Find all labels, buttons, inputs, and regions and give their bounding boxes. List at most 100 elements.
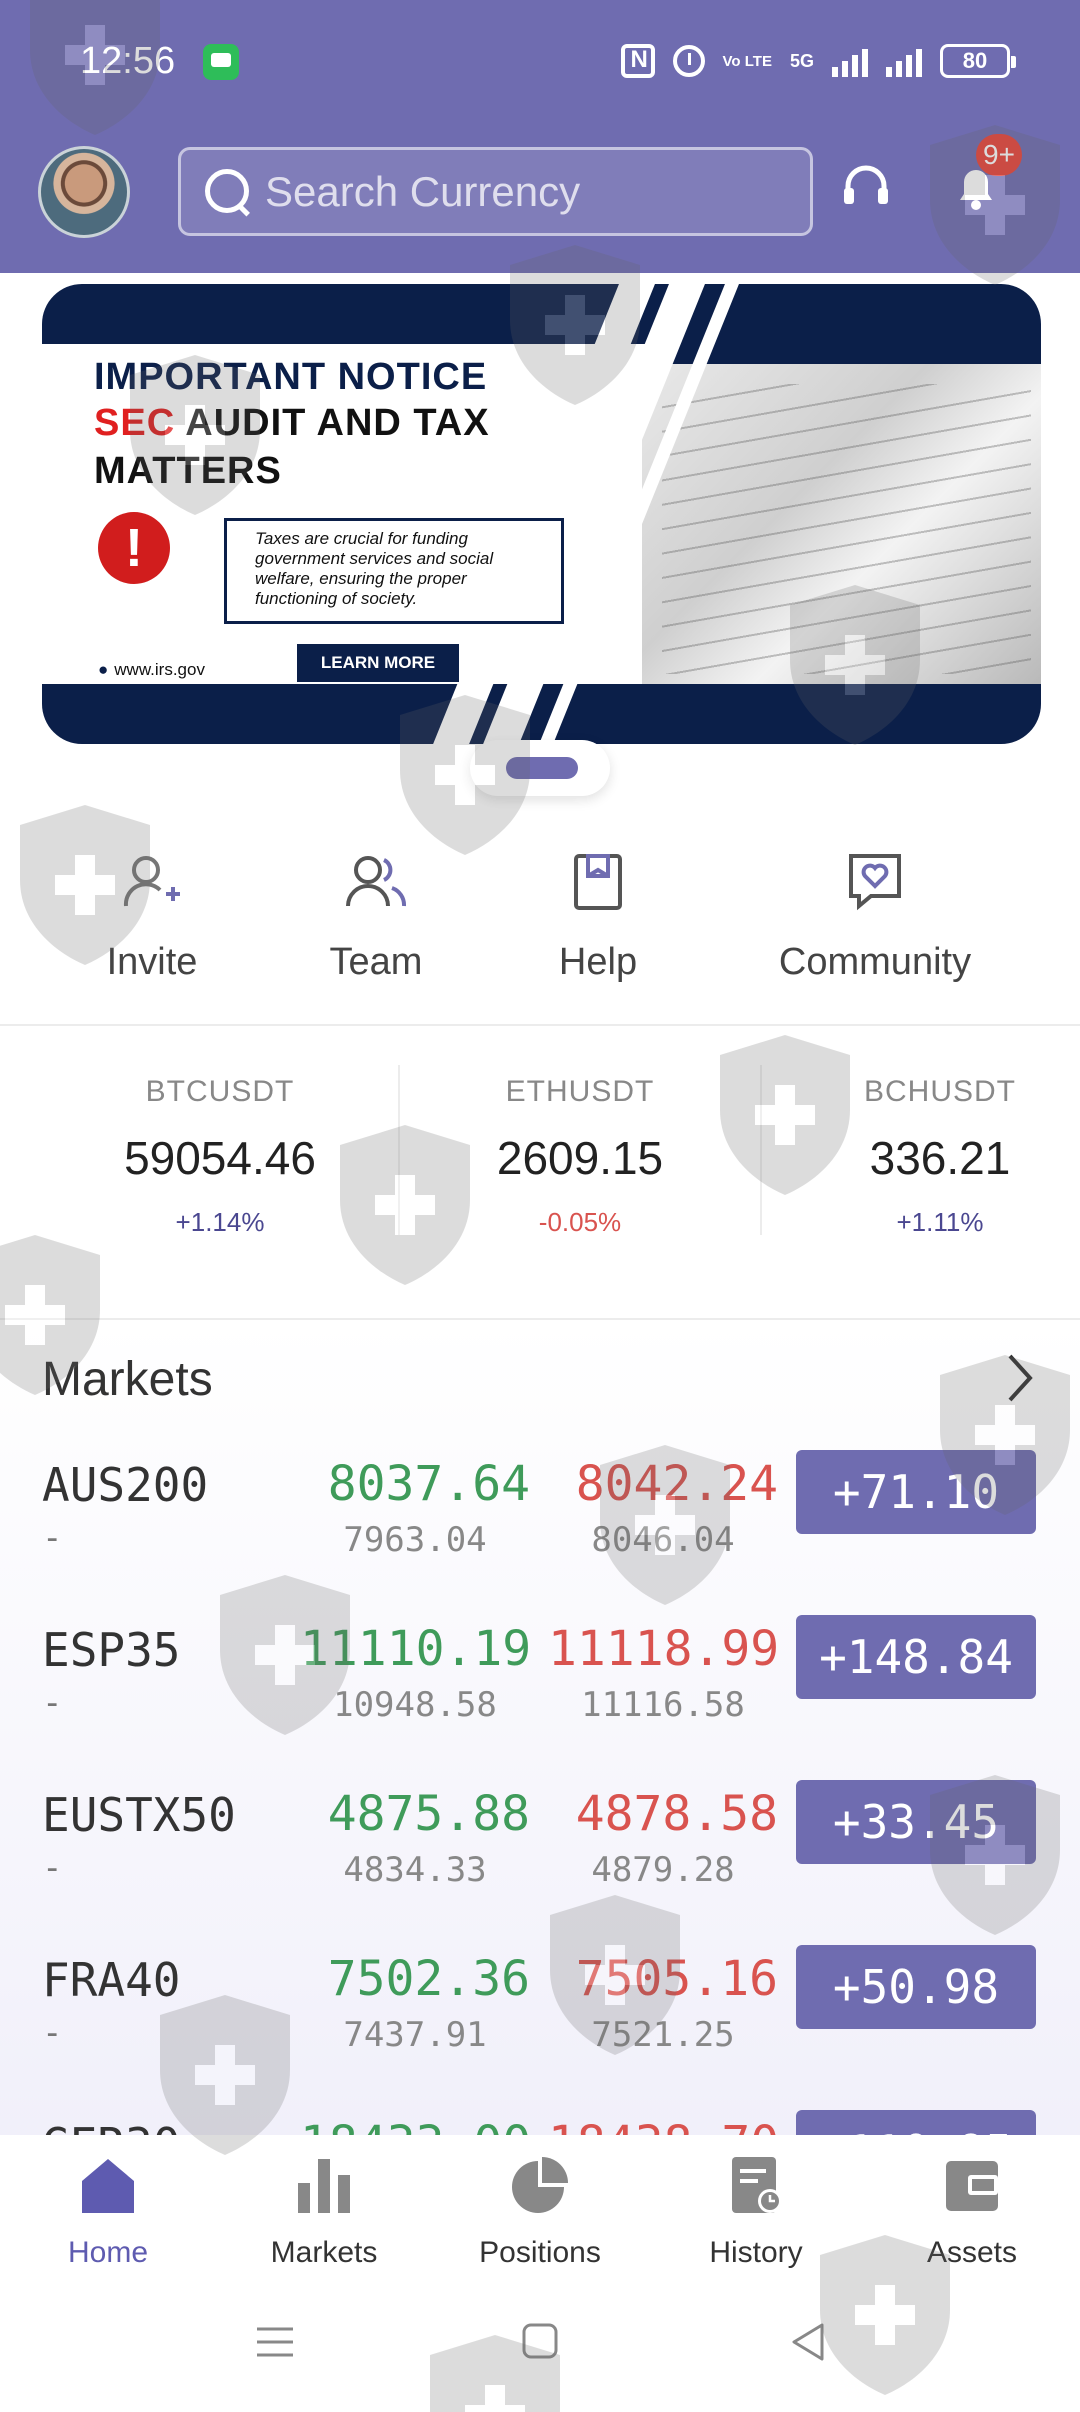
learn-more-button[interactable]: LEARN MORE xyxy=(297,644,459,682)
market-bid-low: 10948.58 xyxy=(333,1685,497,1725)
market-symbol: GER30 xyxy=(42,2118,180,2135)
market-change-button[interactable]: +50.98 xyxy=(796,1945,1036,2029)
market-row[interactable]: EUSTX50 - 4875.88 4834.33 4878.58 4879.2… xyxy=(0,1760,1080,1924)
market-sub: - xyxy=(42,2013,63,2053)
market-symbol: FRA40 xyxy=(42,1953,181,2007)
promo-banner[interactable]: IMPORTANT NOTICE SEC AUDIT AND TAX MATTE… xyxy=(42,284,1041,744)
banner-photo xyxy=(642,364,1041,684)
quick-invite[interactable]: Invite xyxy=(92,850,212,984)
signal-icon xyxy=(832,45,868,77)
market-ask: 11118.99 xyxy=(548,1621,780,1677)
wallet-icon xyxy=(946,2161,998,2211)
search-bar[interactable] xyxy=(178,147,813,236)
invite-user-icon xyxy=(123,856,180,907)
notification-badge: 9+ xyxy=(976,134,1022,176)
app-header: 12:56 Vo LTE 5G 80 9+ xyxy=(0,0,1080,273)
nav-markets[interactable]: Markets xyxy=(224,2153,424,2270)
nav-assets[interactable]: Assets xyxy=(872,2153,1072,2270)
ticker-divider xyxy=(398,1065,400,1235)
quick-team[interactable]: Team xyxy=(316,850,436,984)
nav-label: Assets xyxy=(926,2236,1018,2269)
search-input[interactable] xyxy=(265,167,785,216)
ticker-price: 336.21 xyxy=(869,1132,1011,1184)
back-icon[interactable] xyxy=(780,2317,840,2367)
carousel-indicator[interactable] xyxy=(470,740,610,796)
nav-label: Positions xyxy=(479,2236,601,2269)
market-bid: 18433.00 xyxy=(300,2116,531,2135)
nav-label: Markets xyxy=(270,2236,378,2269)
market-row[interactable]: GER30 18433.00 18438.70 +110.95 xyxy=(0,2090,1080,2135)
pie-chart-icon xyxy=(512,2157,568,2213)
market-row[interactable]: FRA40 - 7502.36 7437.91 7505.16 7521.25 … xyxy=(0,1925,1080,2089)
nav-positions[interactable]: Positions xyxy=(440,2153,640,2270)
ticker-name: ETHUSDT xyxy=(505,1075,655,1108)
help-book-icon xyxy=(574,854,622,910)
ticker-bch[interactable]: BCHUSDT 336.21 +1.11% xyxy=(790,1075,1080,1238)
quick-links: Invite Team Help Community xyxy=(0,850,1080,1010)
signal-2-icon xyxy=(886,45,922,77)
nav-home[interactable]: Home xyxy=(8,2153,208,2270)
bottom-nav: Home Markets Positions History Assets xyxy=(0,2135,1080,2275)
nav-label: History xyxy=(709,2236,803,2269)
status-icons: Vo LTE 5G 80 xyxy=(620,38,1016,84)
ticker-change: +1.14% xyxy=(175,1207,265,1237)
avatar[interactable] xyxy=(38,146,130,238)
market-bid-low: 7437.91 xyxy=(343,2015,487,2055)
nav-label: Home xyxy=(67,2236,149,2269)
quick-community[interactable]: Community xyxy=(770,850,980,984)
banner-subtitle: SEC AUDIT AND TAX xyxy=(94,402,490,444)
market-symbol: ESP35 xyxy=(42,1623,181,1677)
quick-help[interactable]: Help xyxy=(538,850,658,984)
alert-icon: ! xyxy=(98,512,170,584)
home-button-icon[interactable] xyxy=(510,2317,570,2367)
battery-icon: 80 xyxy=(940,44,1016,78)
banner-body: Taxes are crucial for funding government… xyxy=(224,518,564,624)
community-chat-icon xyxy=(849,854,901,911)
banner-subtitle-2: MATTERS xyxy=(94,450,282,492)
bar-chart-icon xyxy=(298,2159,350,2213)
market-change-button[interactable]: +33.45 xyxy=(796,1780,1036,1864)
ticker-change: +1.11% xyxy=(896,1207,984,1237)
market-row[interactable]: ESP35 - 11110.19 10948.58 11118.99 11116… xyxy=(0,1595,1080,1759)
market-change-button[interactable]: +110.95 xyxy=(796,2110,1036,2135)
chevron-right-icon[interactable] xyxy=(1000,1350,1040,1406)
volte-icon: Vo LTE xyxy=(722,52,772,70)
market-ask-low: 11116.58 xyxy=(581,1685,745,1725)
ticker-change: -0.05% xyxy=(538,1207,622,1237)
ticker-divider xyxy=(760,1065,762,1235)
market-ask: 7505.16 xyxy=(575,1951,778,2007)
quick-label: Team xyxy=(329,941,423,983)
market-ask: 8042.24 xyxy=(575,1456,778,1512)
market-change-button[interactable]: +148.84 xyxy=(796,1615,1036,1699)
system-nav-bar xyxy=(0,2275,1080,2412)
home-icon xyxy=(82,2159,134,2213)
market-bid-low: 7963.04 xyxy=(343,1520,487,1560)
ticker-btc[interactable]: BTCUSDT 59054.46 +1.14% xyxy=(70,1075,370,1238)
headset-icon[interactable] xyxy=(838,160,894,216)
market-ask-low: 4879.28 xyxy=(591,1850,735,1890)
market-bid: 4875.88 xyxy=(327,1786,530,1842)
market-ask: 18438.70 xyxy=(548,2116,779,2135)
quick-label: Help xyxy=(558,941,638,983)
market-symbol: AUS200 xyxy=(42,1458,209,1512)
banner-site: www.irs.gov xyxy=(98,660,205,680)
ticker-eth[interactable]: ETHUSDT 2609.15 -0.05% xyxy=(430,1075,730,1238)
quick-label: Invite xyxy=(106,941,198,983)
ticker-name: BTCUSDT xyxy=(145,1075,295,1108)
nav-history[interactable]: History xyxy=(656,2153,856,2270)
banner-title: IMPORTANT NOTICE xyxy=(94,356,488,398)
messages-app-icon xyxy=(203,44,239,80)
menu-icon[interactable] xyxy=(245,2317,305,2367)
market-bid: 7502.36 xyxy=(327,1951,530,2007)
ticker-price: 59054.46 xyxy=(124,1132,316,1184)
market-change-button[interactable]: +71.10 xyxy=(796,1450,1036,1534)
markets-section: Markets AUS200 - 8037.64 7963.04 8042.24… xyxy=(0,1320,1080,2135)
status-bar: 12:56 Vo LTE 5G 80 xyxy=(0,0,1080,125)
market-row[interactable]: AUS200 - 8037.64 7963.04 8042.24 8046.04… xyxy=(0,1430,1080,1594)
ticker-price: 2609.15 xyxy=(496,1132,664,1184)
market-symbol: EUSTX50 xyxy=(42,1788,236,1842)
alarm-icon xyxy=(672,45,705,77)
markets-title: Markets xyxy=(42,1353,213,1406)
market-sub: - xyxy=(42,1518,63,1558)
market-bid: 11110.19 xyxy=(300,1621,532,1677)
